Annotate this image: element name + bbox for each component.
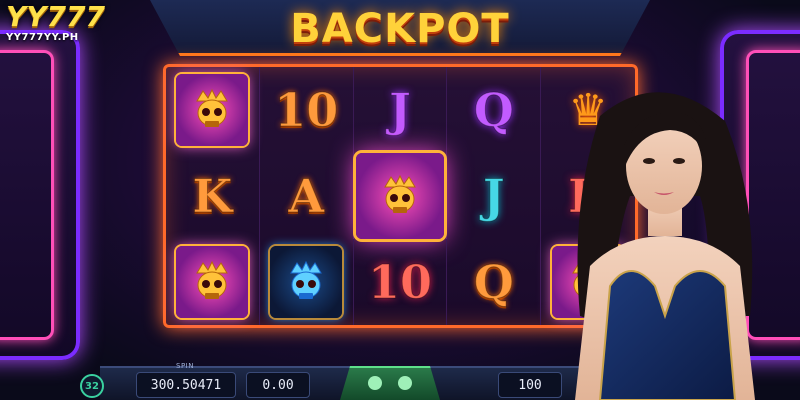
symbol-q: Q bbox=[473, 255, 514, 310]
win-field: 0.00 bbox=[246, 372, 310, 398]
center-ornament bbox=[340, 366, 440, 400]
reel-cell bbox=[166, 239, 260, 325]
symbol-k: K bbox=[192, 169, 233, 224]
left-pillar-stripe bbox=[0, 50, 54, 340]
ornament-eye-left bbox=[368, 376, 382, 390]
reel-cell: 10 bbox=[260, 67, 354, 153]
reel-cell bbox=[260, 239, 354, 325]
balance-field: 300.50471 bbox=[136, 372, 236, 398]
logo-domain: YY777YY.PH bbox=[6, 32, 79, 43]
symbol-q: Q bbox=[473, 83, 514, 138]
symbol-a: A bbox=[288, 169, 325, 224]
symbol-j: J bbox=[482, 169, 505, 224]
skull-tile-icon bbox=[176, 246, 249, 318]
round-counter-button[interactable]: 32 bbox=[80, 374, 104, 398]
symbol-10: 10 bbox=[274, 83, 339, 138]
left-neon-pillar bbox=[0, 30, 80, 360]
reel-cell: Q bbox=[447, 67, 542, 153]
reel-cell: J bbox=[447, 153, 542, 239]
ornament-eye-right bbox=[398, 376, 412, 390]
bet-field[interactable]: 100 bbox=[498, 372, 562, 398]
brand-logo[interactable]: YY777 YY777YY.PH bbox=[6, 0, 116, 44]
reel-cell: Q bbox=[447, 239, 542, 325]
game-title: BACKPOT bbox=[290, 6, 510, 52]
skull-tile-icon bbox=[176, 74, 249, 146]
reel-cell: 10 bbox=[354, 239, 448, 325]
symbol-10: 10 bbox=[367, 255, 432, 310]
skull-tile-icon bbox=[270, 246, 343, 318]
reel-cell: J bbox=[354, 67, 448, 153]
skull-tile-icon bbox=[355, 153, 444, 239]
reel-cell: K bbox=[166, 153, 260, 239]
reel-cell bbox=[166, 67, 260, 153]
spin-label: SPIN bbox=[176, 362, 194, 370]
reel-cell bbox=[354, 153, 448, 239]
symbol-j: J bbox=[389, 83, 412, 138]
model-figure bbox=[575, 92, 755, 400]
logo-text: YY777 bbox=[6, 0, 105, 33]
reel-cell: A bbox=[260, 153, 354, 239]
game-screen: BACKPOT YY777 YY777YY.PH 10JQ♛KA JK 10Q bbox=[0, 0, 800, 400]
